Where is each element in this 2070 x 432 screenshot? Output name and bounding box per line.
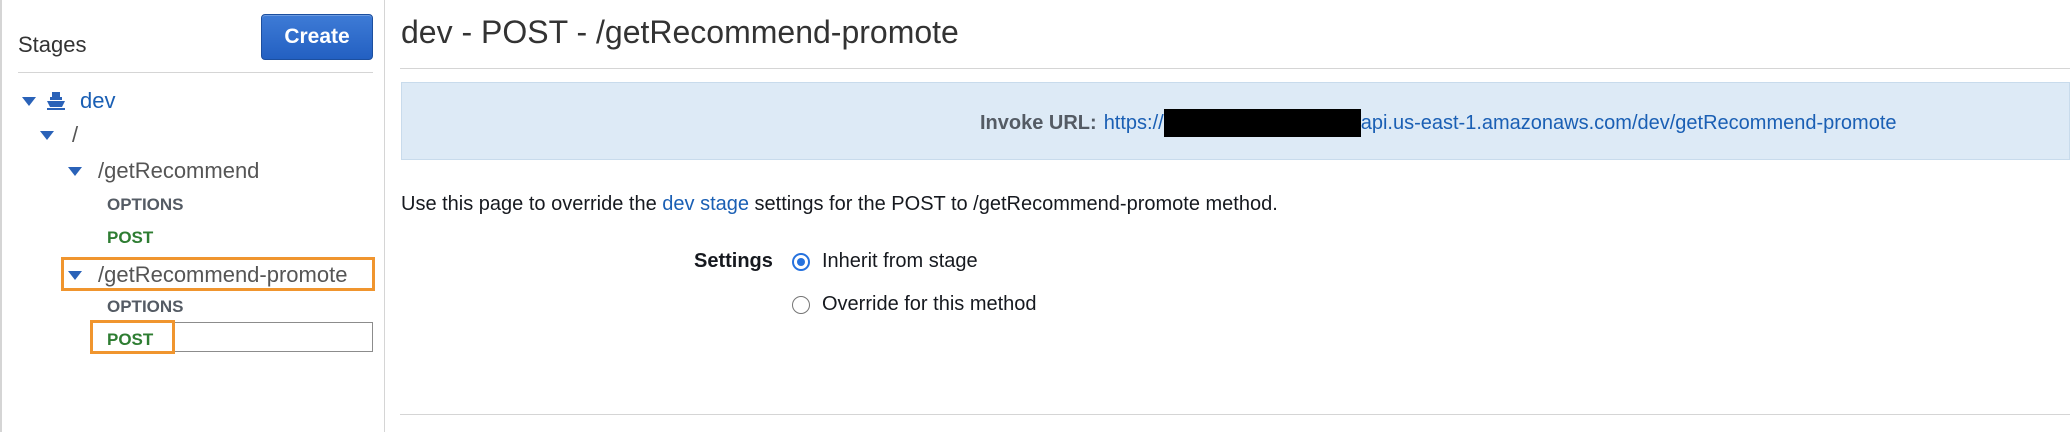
dev-stage-link[interactable]: dev stage [662, 193, 749, 215]
settings-label: Settings [694, 250, 773, 272]
invoke-url-panel: Invoke URL: https:// api.us-east-1.amazo… [401, 82, 2070, 160]
radio-button[interactable] [792, 295, 810, 314]
tree-item-root[interactable]: / [40, 122, 78, 148]
invoke-url-label: Invoke URL: [980, 111, 1097, 134]
invoke-url-prefix[interactable]: https:// [1104, 112, 1164, 135]
radio-inherit-from-stage[interactable]: Inherit from stage [792, 250, 978, 273]
method-label[interactable]: POST [107, 330, 153, 350]
resource-getrecommend-label[interactable]: /getRecommend [98, 158, 259, 184]
resource-getrecommend-promote-label[interactable]: /getRecommend-promote [98, 262, 347, 288]
description-after: settings for the POST to /getRecommend-p… [749, 193, 1278, 215]
method-label[interactable]: POST [107, 228, 153, 248]
method-options-getrecommend[interactable]: OPTIONS [107, 195, 184, 215]
tree-item-stage-dev[interactable]: dev [22, 88, 115, 114]
radio-button-checked[interactable] [792, 252, 810, 271]
expand-triangle-icon[interactable] [68, 270, 82, 280]
radio-label[interactable]: Override for this method [822, 293, 1037, 316]
sidebar-header: Stages Create [18, 14, 373, 73]
stages-sidebar: Stages Create dev / /getRecommend OPTION… [2, 0, 385, 432]
method-label[interactable]: OPTIONS [107, 195, 184, 215]
page-title: dev - POST - /getRecommend-promote [401, 14, 959, 50]
stage-icon [47, 92, 65, 110]
radio-override-for-method[interactable]: Override for this method [792, 293, 1037, 316]
expand-triangle-icon[interactable] [22, 96, 36, 106]
method-options-getrecommend-promote[interactable]: OPTIONS [107, 297, 184, 317]
invoke-url-line: Invoke URL: https:// api.us-east-1.amazo… [980, 109, 1897, 137]
description-text: Use this page to override the dev stage … [401, 193, 1278, 216]
description-before: Use this page to override the [401, 193, 663, 215]
tree-item-getrecommend-promote[interactable]: /getRecommend-promote [68, 262, 347, 288]
method-label[interactable]: OPTIONS [107, 297, 184, 317]
method-post-getrecommend[interactable]: POST [107, 228, 153, 248]
radio-label[interactable]: Inherit from stage [822, 250, 978, 273]
divider [400, 68, 2070, 69]
redacted-block [1163, 109, 1361, 137]
sidebar-title: Stages [18, 32, 87, 57]
expand-triangle-icon[interactable] [68, 166, 82, 176]
tree-item-getrecommend[interactable]: /getRecommend [68, 158, 259, 184]
expand-triangle-icon[interactable] [40, 130, 54, 140]
invoke-url-suffix[interactable]: api.us-east-1.amazonaws.com/dev/getRecom… [1361, 112, 1897, 135]
stage-dev-link[interactable]: dev [80, 88, 115, 114]
divider [400, 414, 2070, 415]
method-post-getrecommend-promote[interactable]: POST [107, 330, 153, 350]
main-panel: dev - POST - /getRecommend-promote Invok… [400, 0, 2070, 432]
resource-root-label[interactable]: / [72, 122, 78, 148]
create-button[interactable]: Create [261, 14, 373, 60]
